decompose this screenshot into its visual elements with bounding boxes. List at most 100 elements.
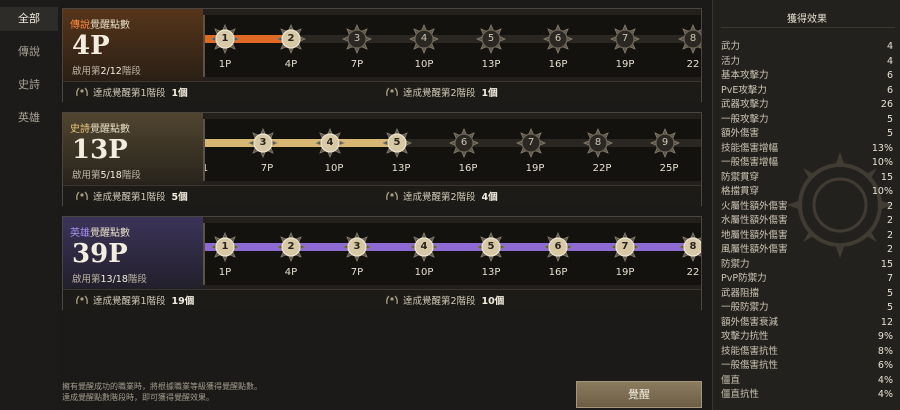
stage-node-number: 2	[287, 33, 295, 44]
stage-points-label: 13P	[391, 163, 411, 174]
effect-row: 火屬性額外傷害 2	[721, 200, 895, 213]
stage-node: 8	[678, 24, 701, 54]
achievement-stage-2: 達成覺醒第2階段 4個	[385, 189, 498, 203]
stage-node-number: 3	[259, 137, 267, 148]
stage-points-label: 22P	[592, 163, 612, 174]
achievement-label: 達成覺醒第2階段	[403, 192, 476, 203]
heroic-awakening-panel: 英雄覺醒點數 39P 啟用第13/18階段 1 2 3 4 5 6 7 8 1P 4P 7P 10P 1…	[62, 216, 702, 310]
effect-name: 火屬性額外傷害	[721, 200, 788, 212]
effect-name: 武力	[721, 41, 741, 52]
stage-node: 4	[409, 24, 439, 54]
effect-row: 防禦力 15	[721, 258, 895, 271]
effect-row: 武器攻擊力 26	[721, 98, 895, 111]
info-notes: 擁有覺醒成功的職業時，將根據職業等級獲得覺醒點數。 達成覺醒點數階段時，即可獲得…	[62, 381, 262, 403]
achievement-label: 達成覺醒第1階段	[93, 296, 166, 307]
effect-value: 2	[886, 200, 893, 212]
panel-header: 英雄覺醒點數 39P 啟用第13/18階段	[63, 217, 203, 289]
stage-node-number: 7	[527, 137, 535, 148]
stage-node: 4	[315, 128, 345, 158]
effect-value: 9%	[877, 331, 893, 342]
stage-node-number: 5	[393, 137, 401, 148]
effect-value: 6	[886, 70, 893, 81]
panel-title: 史詩覺醒點數	[70, 120, 130, 135]
sidebar-item-legendary[interactable]: 傳說	[0, 40, 58, 64]
achievement-label: 達成覺醒第1階段	[93, 88, 166, 99]
effect-value: 5	[886, 287, 893, 299]
panel-title: 傳說覺醒點數	[70, 16, 130, 31]
achievement-label: 達成覺醒第1階段	[93, 192, 166, 203]
stage-node-number: 7	[621, 33, 629, 44]
effect-row: 額外傷害 5	[721, 127, 895, 140]
effect-name: 技能傷害增幅	[721, 142, 779, 154]
laurel-icon	[75, 87, 89, 97]
stage-node: 2	[276, 232, 306, 262]
stage-prefix: 啟用第	[72, 170, 101, 181]
stage-points-label: 4P	[284, 59, 298, 70]
achievement-count: 19個	[171, 296, 195, 307]
effect-value: 2	[886, 229, 893, 241]
effect-row: 風屬性額外傷害 2	[721, 243, 895, 256]
panel-footer: 達成覺醒第1階段 19個 達成覺醒第2階段 10個	[63, 289, 701, 310]
panel-header: 傳說覺醒點數 4P 啟用第2/12階段	[63, 9, 203, 81]
effect-row: 額外傷害衰減 12	[721, 316, 895, 329]
effect-row: 活力 4	[721, 55, 895, 68]
sidebar-item-heroic[interactable]: 英雄	[0, 106, 58, 130]
stage-node: 2	[276, 24, 306, 54]
achievement-count: 10個	[481, 296, 505, 307]
stage-points-label: 19P	[525, 163, 545, 174]
stage-value: 13/18	[100, 274, 128, 285]
stage-node-number: 3	[353, 241, 361, 252]
effect-row: 僵直 4%	[721, 374, 895, 387]
stage-node: 1	[210, 24, 240, 54]
stage-points-label: 10P	[414, 267, 434, 278]
effect-name: 水屬性額外傷害	[721, 215, 788, 226]
effect-name: 防禦貫穿	[721, 171, 760, 183]
effect-row: PvP防禦力 7	[721, 272, 895, 285]
title-suffix: 覺醒點數	[90, 228, 130, 239]
effect-row: 技能傷害增幅 13%	[721, 142, 895, 155]
sidebar-item-all[interactable]: 全部	[0, 7, 58, 31]
effect-value: 7	[886, 273, 893, 284]
stage-node: 5	[476, 24, 506, 54]
stage-points-label: 22	[686, 267, 700, 278]
awaken-button[interactable]: 覺醒	[576, 381, 702, 408]
progress-track: 1 2 3 4 5 6 7 8 1P 4P 7P 10P 13P 16P 19P 22	[203, 223, 701, 285]
stage-value: 5/18	[100, 170, 122, 181]
stage-suffix: 階段	[127, 274, 147, 285]
stage-node-number: 4	[326, 137, 334, 148]
effects-panel: 獲得效果 武力 4 活力 4 基本攻擊力 6 PvE攻擊力 6 武器攻擊力 26 一般攻擊力 5 額外傷…	[712, 0, 900, 410]
effect-row: 僵直抗性 4%	[721, 388, 895, 401]
effects-title: 獲得效果	[787, 14, 827, 25]
effect-name: PvP防禦力	[721, 273, 767, 284]
effect-name: 一般傷害抗性	[721, 360, 779, 371]
title-suffix: 覺醒點數	[90, 20, 130, 31]
effect-value: 8%	[877, 345, 893, 357]
rarity-label: 史詩	[70, 124, 90, 135]
awakening-points: 13P	[72, 135, 128, 165]
active-stage: 啟用第13/18階段	[72, 271, 147, 285]
stage-node: 3	[342, 232, 372, 262]
stage-node: 1	[210, 232, 240, 262]
effect-value: 4	[886, 41, 893, 52]
laurel-icon	[385, 295, 399, 305]
stage-node-number: 8	[689, 241, 697, 252]
stage-node-number: 2	[287, 241, 295, 252]
achievement-stage-2: 達成覺醒第2階段 10個	[385, 293, 504, 307]
stage-node: 8	[583, 128, 613, 158]
effect-name: 一般傷害增幅	[721, 157, 779, 168]
laurel-icon	[75, 295, 89, 305]
rarity-label: 英雄	[70, 228, 90, 239]
stage-suffix: 階段	[121, 170, 141, 181]
panel-footer: 達成覺醒第1階段 1個 達成覺醒第2階段 1個	[63, 81, 701, 102]
stage-points-label: 22	[686, 59, 700, 70]
stage-node-number: 6	[554, 241, 562, 252]
stage-points-label: 1P	[218, 59, 232, 70]
sidebar-item-epic[interactable]: 史詩	[0, 73, 58, 97]
stage-node-number: 8	[689, 33, 697, 44]
stage-node-number: 9	[661, 137, 669, 148]
stage-node: 6	[543, 24, 573, 54]
rarity-label: 傳說	[70, 20, 90, 31]
effect-value: 2	[886, 215, 893, 226]
track-fill	[205, 139, 397, 147]
stage-node: 3	[342, 24, 372, 54]
